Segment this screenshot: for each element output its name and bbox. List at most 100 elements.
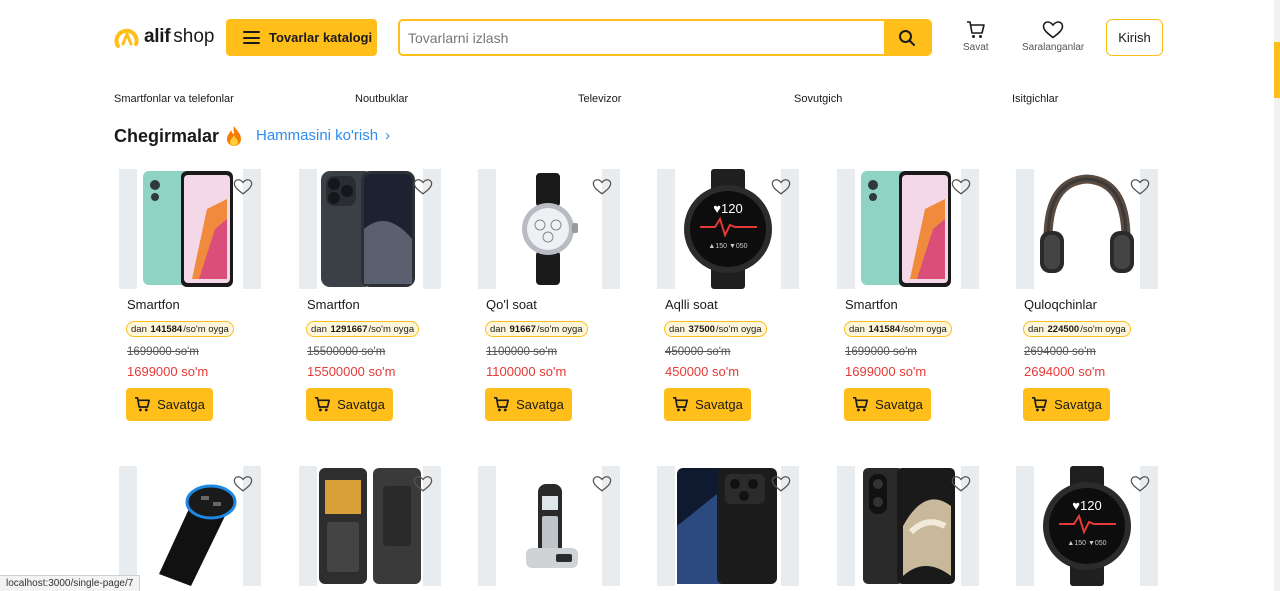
add-to-cart-label: Savatga (337, 397, 385, 412)
installment-suffix: /so'm oyga (368, 323, 415, 335)
product-image[interactable] (478, 466, 620, 586)
add-to-cart-button[interactable]: Savatga (126, 388, 213, 421)
catalog-button[interactable]: Tovarlar katalogi (226, 19, 377, 56)
search-icon (899, 29, 915, 46)
price: 1699000 so'm (127, 364, 209, 379)
add-to-cart-button[interactable]: Savatga (664, 388, 751, 421)
price: 1699000 so'm (845, 364, 927, 379)
login-button[interactable]: Kirish (1106, 19, 1163, 56)
product-image[interactable] (119, 466, 261, 586)
logo-text-shop: shop (173, 26, 215, 47)
product-name[interactable]: Smartfon (307, 297, 360, 312)
search-input[interactable] (400, 21, 884, 54)
product-image[interactable]: ♥120 ▲150 ▼050 (657, 169, 799, 289)
product-image[interactable]: ♥120 ▲150 ▼050 (1016, 466, 1158, 586)
cart-link[interactable]: Savat (963, 21, 989, 53)
installment-badge: dan 37500/so'm oyga (664, 321, 767, 337)
product-image[interactable] (657, 466, 799, 586)
add-to-cart-button[interactable]: Savatga (306, 388, 393, 421)
favorite-heart-icon[interactable] (592, 475, 612, 493)
see-all-link[interactable]: Hammasini ko'rish › (256, 127, 390, 144)
product-image[interactable] (478, 169, 620, 289)
favorite-heart-icon[interactable] (771, 178, 791, 196)
add-to-cart-button[interactable]: Savatga (485, 388, 572, 421)
installment-suffix: /so'm oyga (183, 323, 229, 335)
add-to-cart-button[interactable]: Savatga (844, 388, 931, 421)
cart-icon (1032, 397, 1048, 412)
old-price: 450000 so'm (665, 346, 731, 358)
product-image-phone-teal (143, 171, 233, 287)
installment-suffix: /so'm oyga (715, 323, 762, 335)
cart-icon (135, 397, 151, 412)
svg-text:▲150 ▼050: ▲150 ▼050 (1067, 540, 1106, 547)
favorite-heart-icon[interactable] (1130, 178, 1150, 196)
page-scrollbar[interactable] (1274, 0, 1280, 591)
logo-text-alif: alif (144, 26, 171, 47)
product-name[interactable]: Aqlli soat (665, 297, 718, 312)
product-name[interactable]: Smartfon (127, 297, 180, 312)
product-image-headphones (1040, 174, 1134, 273)
installment-suffix: /so'm oyga (901, 323, 947, 335)
price: 1100000 so'm (486, 364, 567, 379)
favorite-heart-icon[interactable] (771, 475, 791, 493)
cart-icon (966, 21, 985, 38)
chevron-right-icon: › (385, 127, 391, 144)
product-image-phone-teal (861, 171, 951, 287)
favorite-heart-icon[interactable] (1130, 475, 1150, 493)
logo[interactable]: alif shop (114, 22, 214, 52)
product-image[interactable] (837, 466, 979, 586)
logo-icon (114, 28, 139, 48)
favorites-link[interactable]: Saralanganlar (1022, 21, 1084, 53)
price: 15500000 so'm (307, 364, 396, 379)
svg-text:▲150 ▼050: ▲150 ▼050 (708, 243, 747, 250)
product-image-wrist-watch (522, 173, 578, 285)
installment-prefix: dan (669, 323, 685, 335)
category-link-heaters[interactable]: Isitgichlar (1012, 93, 1058, 105)
product-image[interactable] (119, 169, 261, 289)
favorite-heart-icon[interactable] (592, 178, 612, 196)
product-image-smart-watch: ♥120 ▲150 ▼050 (684, 169, 772, 289)
installment-value: 37500 (688, 323, 715, 335)
favorite-heart-icon[interactable] (413, 178, 433, 196)
installment-value: 141584 (150, 323, 183, 335)
product-image[interactable] (1016, 169, 1158, 289)
product-image[interactable] (299, 169, 441, 289)
installment-prefix: dan (1028, 323, 1044, 335)
category-link-tv[interactable]: Televizor (578, 93, 621, 105)
favorite-heart-icon[interactable] (233, 475, 253, 493)
installment-value: 224500 (1047, 323, 1080, 335)
category-link-smartphones[interactable]: Smartfonlar va telefonlar (114, 93, 234, 105)
favorite-heart-icon[interactable] (951, 178, 971, 196)
status-url: localhost:3000/single-page/7 (0, 575, 141, 591)
cart-icon (853, 397, 869, 412)
svg-text:♥120: ♥120 (713, 201, 742, 216)
search-button[interactable] (884, 21, 930, 54)
installment-suffix: /so'm oyga (1080, 323, 1126, 335)
scrollbar-thumb[interactable] (1274, 42, 1280, 98)
old-price: 1699000 so'm (127, 346, 199, 358)
product-name[interactable]: Smartfon (845, 297, 898, 312)
installment-badge: dan 1291667/so'm oyga (306, 321, 420, 337)
product-image[interactable] (837, 169, 979, 289)
cart-label: Savat (963, 42, 989, 53)
favorite-heart-icon[interactable] (233, 178, 253, 196)
product-name[interactable]: Qo'l soat (486, 297, 537, 312)
product-image-phone-black (677, 468, 777, 584)
installment-value: 1291667 (330, 323, 368, 335)
category-link-fridges[interactable]: Sovutgich (794, 93, 842, 105)
product-image-smart-watch: ♥120 ▲150 ▼050 (1043, 466, 1131, 586)
installment-prefix: dan (311, 323, 327, 335)
add-to-cart-label: Savatga (157, 397, 205, 412)
cart-icon (673, 397, 689, 412)
category-link-laptops[interactable]: Noutbuklar (355, 93, 408, 105)
add-to-cart-label: Savatga (695, 397, 743, 412)
product-name[interactable]: Quloqchinlar (1024, 297, 1097, 312)
section-title: Chegirmalar (114, 125, 220, 146)
old-price: 2694000 so'm (1024, 346, 1096, 358)
product-image-phone-vivo (863, 468, 955, 584)
product-image[interactable] (299, 466, 441, 586)
installment-suffix: /so'm oyga (536, 323, 583, 335)
favorite-heart-icon[interactable] (413, 475, 433, 493)
add-to-cart-button[interactable]: Savatga (1023, 388, 1110, 421)
favorite-heart-icon[interactable] (951, 475, 971, 493)
